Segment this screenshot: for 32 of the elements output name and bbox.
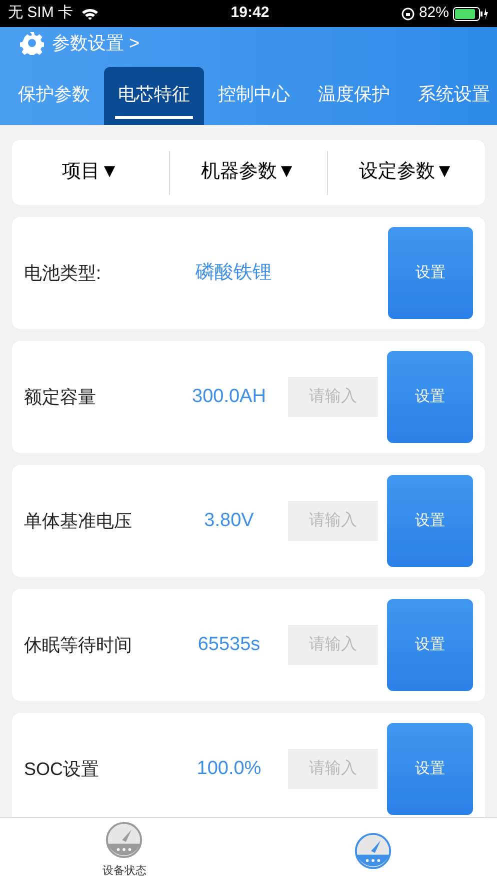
set-button[interactable]: 设置 — [388, 227, 473, 319]
battery-icon — [452, 6, 489, 20]
parameter-label: 额定容量 — [24, 386, 97, 408]
parameter-label: 电池类型: — [24, 262, 102, 284]
carrier-text: 无 SIM 卡 — [8, 3, 74, 24]
battery-percent: 82% — [418, 3, 449, 24]
parameter-label: 单体基准电压 — [24, 510, 133, 532]
parameter-value: 100.0% — [196, 756, 262, 781]
tab[interactable]: 保护参数 — [4, 67, 104, 125]
clock-text: 19:42 — [230, 3, 270, 24]
column-sort-button[interactable]: 项目▼ — [62, 158, 119, 187]
column-sort-button[interactable]: 机器参数▼ — [201, 158, 296, 187]
parameter-value: 65535s — [196, 632, 262, 657]
tab[interactable]: 控制中心 — [204, 67, 304, 125]
parameter-label: 休眠等待时间 — [24, 634, 133, 656]
parameter-value: 300.0AH — [191, 384, 267, 409]
rotation-lock-icon — [400, 6, 415, 20]
column-sort-button[interactable]: 设定参数▼ — [359, 158, 454, 187]
gear-icon — [20, 31, 44, 55]
nav-tab[interactable]: 设备状态 — [0, 818, 248, 883]
set-button[interactable]: 设置 — [387, 351, 473, 443]
wifi-icon — [81, 6, 100, 20]
set-button[interactable]: 设置 — [387, 599, 473, 691]
tab[interactable]: 系统设置 — [404, 67, 497, 125]
parameter-value: 磷酸铁锂 — [194, 260, 273, 285]
set-button[interactable]: 设置 — [387, 723, 473, 815]
parameter-label: SOC设置 — [24, 758, 100, 780]
breadcrumb-link[interactable]: 参数设置 > — [52, 30, 140, 56]
tab[interactable]: 温度保护 — [304, 67, 404, 125]
set-button[interactable]: 设置 — [387, 475, 473, 567]
parameter-value: 3.80V — [203, 508, 255, 533]
tab[interactable]: 电芯特征 — [104, 67, 204, 125]
